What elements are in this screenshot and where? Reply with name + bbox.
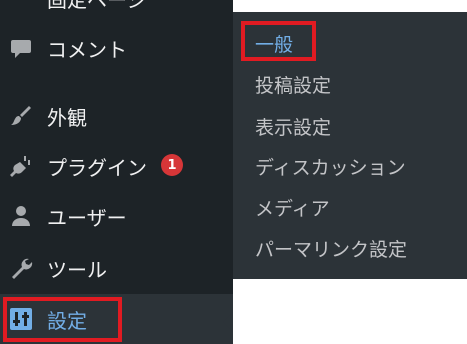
sidebar-item-label: ユーザー (47, 205, 127, 230)
admin-sidebar: 固定ページ コメント 外観 プラグイン 1 ユーザー ツール (0, 0, 233, 344)
sidebar-item-users[interactable]: ユーザー (0, 194, 233, 238)
update-count-badge: 1 (161, 154, 183, 176)
sidebar-item-label: ツール (47, 257, 107, 282)
sidebar-item-pages[interactable]: 固定ページ (0, 0, 233, 20)
comment-icon (9, 36, 33, 60)
submenu-item-writing[interactable]: 投稿設定 (255, 71, 331, 98)
wrench-icon (9, 256, 33, 280)
active-menu-pointer (223, 312, 233, 332)
sidebar-item-comments[interactable]: コメント (0, 26, 233, 70)
settings-highlight-box (3, 297, 122, 342)
sidebar-item-plugins[interactable]: プラグイン (0, 144, 233, 188)
sidebar-item-label: プラグイン (47, 155, 147, 180)
paintbrush-icon (9, 104, 33, 128)
general-highlight-box (241, 21, 316, 61)
submenu-item-discussion[interactable]: ディスカッション (255, 153, 406, 180)
user-icon (9, 204, 33, 228)
sidebar-item-label: 外観 (47, 105, 87, 130)
plug-icon (9, 154, 33, 178)
sidebar-item-tools[interactable]: ツール (0, 246, 233, 290)
sidebar-item-appearance[interactable]: 外観 (0, 94, 233, 138)
submenu-item-media[interactable]: メディア (255, 194, 330, 221)
submenu-item-reading[interactable]: 表示設定 (255, 113, 331, 140)
sidebar-item-label: 固定ページ (47, 0, 147, 13)
sidebar-item-label: コメント (47, 37, 127, 62)
submenu-item-permalinks[interactable]: パーマリンク設定 (255, 235, 407, 262)
